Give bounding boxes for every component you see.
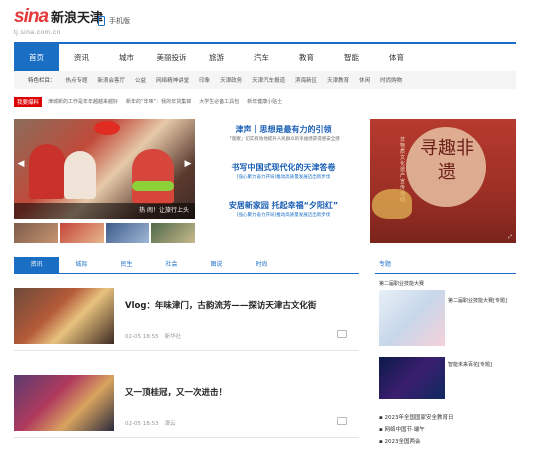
sidebar-caption[interactable]: 第二届职业技能大赛: [379, 280, 424, 287]
logo-domain: tj.sina.com.cn: [14, 29, 61, 36]
sidebar-list: ▪ 2023年全国国家安全教育日 ▪ 网络中国节·端午 ▪ 2023全国两会: [379, 412, 514, 448]
news-item[interactable]: Vlog：年味津门，古韵流芳——探访天津古文化街 02-05 18:55 新华社: [14, 288, 359, 351]
subnav-item[interactable]: 时尚购物: [380, 76, 402, 84]
carousel-thumbnails: [14, 223, 195, 243]
nav-item-education[interactable]: 教育: [284, 44, 329, 71]
sidebar-list-item[interactable]: ▪ 网络中国节·端午: [379, 424, 514, 436]
ticker-item[interactable]: 新年健康小贴士: [247, 98, 282, 105]
logo-city-text: 新浪天津: [51, 10, 104, 25]
comment-icon[interactable]: [337, 417, 347, 425]
news-thumbnail[interactable]: [14, 375, 114, 431]
headline-sub[interactable]: 「观察」切实有效地提升人民群众的幸福感获得感安全感: [206, 135, 361, 144]
tab-photo[interactable]: 图说: [194, 257, 239, 273]
news-meta: 02-05 18:55 新华社: [125, 332, 181, 340]
news-item[interactable]: 又一顶桂冠，又一次进击！ 02-05 18:53 津云: [14, 375, 359, 438]
ad-expand-icon[interactable]: ⤢: [508, 234, 512, 240]
subnav-item[interactable]: 网络精神讲堂: [156, 76, 189, 84]
person-shape: [132, 149, 174, 204]
page-header: sina 新浪天津 tj.sina.com.cn 手机版: [0, 0, 540, 40]
carousel-prev-icon[interactable]: ◀: [16, 157, 26, 171]
mobile-label: 手机版: [109, 17, 130, 25]
subnav-item[interactable]: 公益: [135, 76, 146, 84]
headline-sub[interactable]: [强心聚力奋力开局]推动高质量发展迈出新步伐: [206, 211, 361, 220]
news-title[interactable]: Vlog：年味津门，古韵流芳——探访天津古文化街: [125, 299, 316, 311]
sina-tianjin-logo[interactable]: sina 新浪天津 tj.sina.com.cn: [14, 6, 104, 36]
subnav-item[interactable]: 天津汽车报道: [252, 76, 285, 84]
tab-fashion[interactable]: 时尚: [239, 257, 284, 273]
comment-icon[interactable]: [337, 330, 347, 338]
subnav-item[interactable]: 滨海新区: [295, 76, 317, 84]
person-shape: [64, 151, 96, 199]
subnav-item[interactable]: 印象: [199, 76, 210, 84]
sidebar-list-item[interactable]: ▪ 2023年全国国家安全教育日: [379, 412, 514, 424]
ad-decor-shape: [372, 189, 412, 219]
logo-sina-text: sina: [14, 6, 49, 27]
report-badge[interactable]: 我要爆料: [14, 96, 43, 107]
news-date: 02-05 18:55: [125, 334, 159, 340]
news-date: 02-05 18:53: [125, 421, 159, 427]
news-title[interactable]: 又一顶桂冠，又一次进击！: [125, 386, 227, 398]
carousel-thumb[interactable]: [105, 223, 150, 243]
carousel-thumb[interactable]: [14, 223, 58, 243]
headline-block: 津声｜思想是最有力的引领 「观察」切实有效地提升人民群众的幸福感获得感安全感 书…: [206, 119, 361, 243]
news-tabs: 资讯 城际 民生 社会 图说 时尚: [14, 257, 359, 274]
subnav-label: 特色栏目：: [28, 78, 56, 84]
sidebar-side-link[interactable]: 第二届职业技能大赛[专题]: [448, 297, 512, 304]
sidebar-heading: 专题: [375, 257, 516, 274]
nav-item-home[interactable]: 首页: [14, 44, 59, 71]
news-ticker: 我要爆料 津城新的工作是年年越越来越好 新年的“年味”：我的年货集锦 大学生必备…: [14, 96, 516, 107]
news-source: 津云: [164, 421, 176, 427]
ticker-item[interactable]: 津城新的工作是年年越越来越好: [48, 98, 118, 105]
sidebar-list-item[interactable]: ▪ 2023全国两会: [379, 436, 514, 448]
carousel-thumb[interactable]: [151, 223, 195, 243]
tab-livelihood[interactable]: 民生: [104, 257, 149, 273]
headline-title[interactable]: 津声｜思想是最有力的引领: [206, 124, 361, 135]
tab-society[interactable]: 社会: [149, 257, 194, 273]
main-nav: 首页 资讯 城市 美丽投诉 旅游 汽车 教育 智能 体育: [14, 42, 516, 71]
carousel-next-icon[interactable]: ▶: [183, 157, 193, 171]
wic-image[interactable]: [379, 357, 445, 399]
carousel-caption[interactable]: 热 闹！让旅行上头: [14, 203, 195, 219]
subnav-item[interactable]: 新浪会客厅: [98, 76, 126, 84]
nav-item-auto[interactable]: 汽车: [239, 44, 284, 71]
ticker-item[interactable]: 大学生必备工具包: [199, 98, 239, 105]
photo-carousel: ◀ ▶ 热 闹！让旅行上头: [14, 119, 195, 243]
tab-intercity[interactable]: 城际: [59, 257, 104, 273]
nav-item-city[interactable]: 城市: [104, 44, 149, 71]
lantern-shape: [94, 121, 120, 135]
phone-icon: [98, 16, 105, 26]
news-thumbnail[interactable]: [14, 288, 114, 344]
news-source: 新华社: [164, 334, 182, 340]
headline-sub[interactable]: [强心聚力奋力开局]推动高质量发展迈出新步伐: [206, 173, 361, 182]
sidebar-side-link[interactable]: 智能未来百花[专题]: [448, 361, 512, 368]
ad-title: 寻趣非遗: [420, 138, 474, 183]
subnav-item[interactable]: 休闲: [359, 76, 370, 84]
topic-sidebar: 专题 第二届职业技能大赛 第二届职业技能大赛[专题] 智能未来百花[专题] ▪ …: [375, 257, 516, 445]
nav-item-complaint[interactable]: 美丽投诉: [149, 44, 194, 71]
news-meta: 02-05 18:53 津云: [125, 419, 176, 427]
ticker-item[interactable]: 新年的“年味”：我的年货集锦: [126, 98, 191, 105]
tray-shape: [132, 181, 174, 191]
tab-news[interactable]: 资讯: [14, 257, 59, 273]
headline-title[interactable]: 安居新家园 托起幸福“夕阳红”: [206, 200, 361, 211]
subnav-item[interactable]: 天津教育: [327, 76, 349, 84]
subnav-item[interactable]: 热点专题: [66, 76, 88, 84]
nav-item-travel[interactable]: 旅游: [194, 44, 239, 71]
nav-item-smart[interactable]: 智能: [329, 44, 374, 71]
nav-item-news[interactable]: 资讯: [59, 44, 104, 71]
intangible-heritage-ad[interactable]: 非物质文化遗产宣传活动 寻趣非遗 ⤢: [370, 119, 516, 243]
headline-title[interactable]: 书写中国式现代化的天津答卷: [206, 162, 361, 173]
subnav-item[interactable]: 天津政务: [220, 76, 242, 84]
skills-contest-image[interactable]: [379, 290, 445, 346]
feature-subnav: 特色栏目： 热点专题 新浪会客厅 公益 网络精神讲堂 印象 天津政务 天津汽车报…: [14, 71, 516, 89]
person-shape: [29, 144, 65, 199]
mobile-version-link[interactable]: 手机版: [98, 16, 130, 26]
nav-item-sports[interactable]: 体育: [374, 44, 419, 71]
carousel-thumb[interactable]: [59, 223, 104, 243]
